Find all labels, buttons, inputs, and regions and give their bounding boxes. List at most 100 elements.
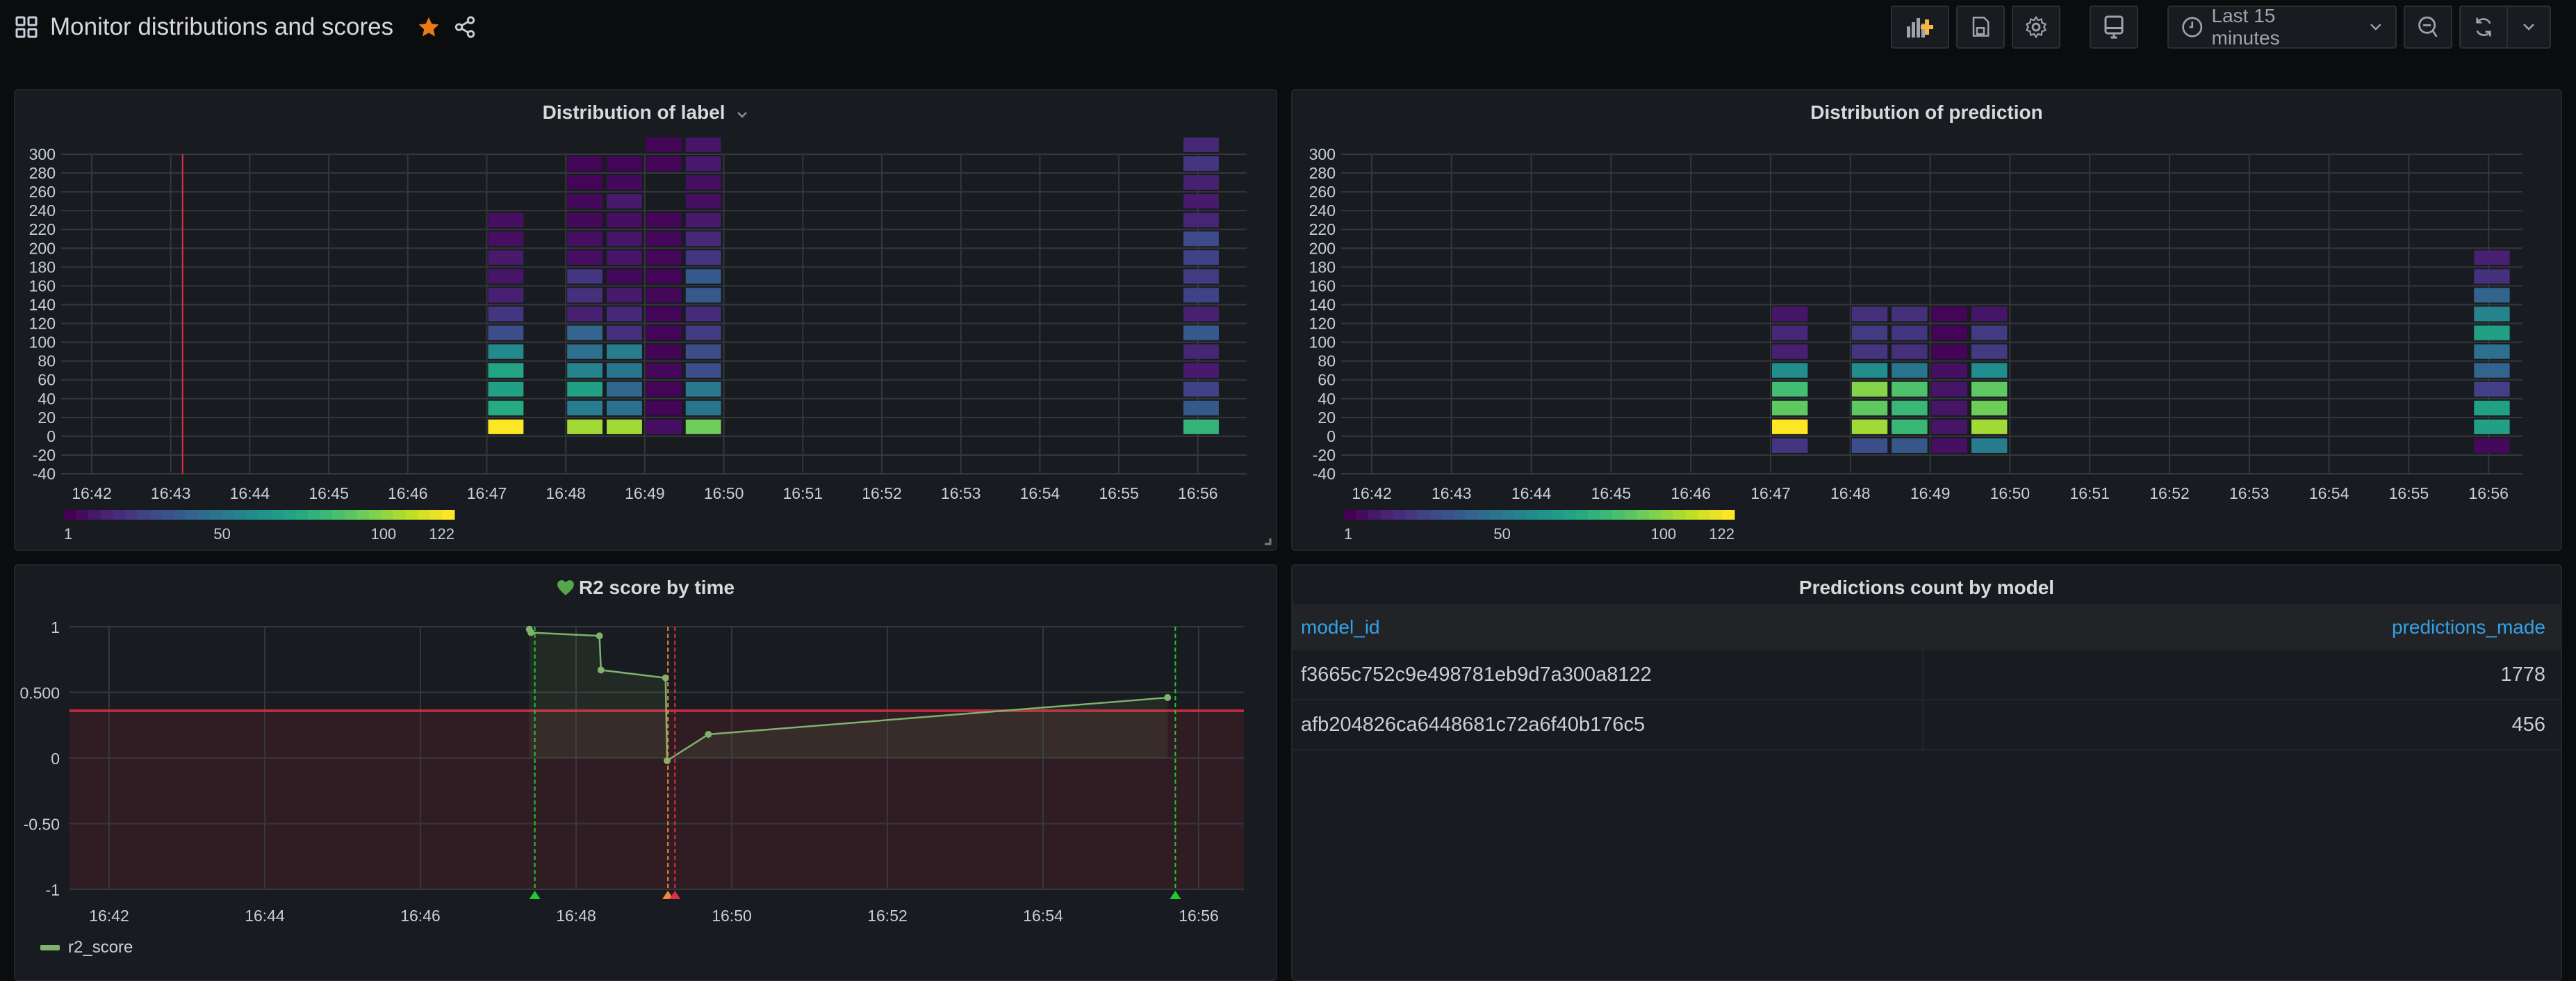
- x-tick-label: 16:56: [2468, 484, 2509, 502]
- heatmap-cell: [1892, 419, 1928, 434]
- y-tick-label: 200: [1309, 239, 1336, 257]
- heatmap-cell: [1971, 419, 2008, 434]
- dashboard-settings-button[interactable]: [2012, 6, 2060, 49]
- color-legend-segment: [1600, 510, 1613, 520]
- heatmap-cell: [685, 269, 721, 284]
- heatmap-cell: [1971, 344, 2008, 359]
- heatmap-cell: [685, 156, 721, 172]
- y-tick-label: 260: [29, 183, 56, 201]
- heatmap-cell: [1772, 400, 1808, 415]
- heatmap-cell: [567, 419, 603, 434]
- x-tick-label: 16:53: [941, 484, 981, 502]
- heatmap-cell: [1971, 363, 2008, 378]
- dashboard-grid-icon[interactable]: [15, 16, 38, 38]
- heatmap-cell: [567, 213, 603, 228]
- heatmap-cell: [567, 156, 603, 172]
- color-legend-segment: [1564, 510, 1577, 520]
- heatmap-cell: [607, 344, 642, 359]
- heatmap-cell: [1851, 325, 1888, 340]
- predictions-table: model_id predictions_made f3665c752c9e49…: [1293, 604, 2561, 750]
- refresh-icon: [2476, 17, 2491, 37]
- heatmap-cell: [1931, 438, 1967, 453]
- heatmap-cell: [607, 363, 642, 378]
- color-legend-segment: [320, 510, 333, 520]
- heatmap-cell: [607, 288, 642, 303]
- heatmap-cell: [1183, 325, 1219, 340]
- share-icon[interactable]: [453, 15, 477, 39]
- color-legend-segment: [356, 510, 370, 520]
- save-dashboard-button[interactable]: [1956, 6, 2005, 49]
- column-header-model-id[interactable]: model_id: [1293, 604, 1923, 650]
- heatmap-cell: [1931, 306, 1967, 322]
- annotation-marker: [1170, 891, 1181, 899]
- heatmap-cell: [607, 175, 642, 190]
- column-header-predictions-made[interactable]: predictions_made: [1923, 604, 2561, 650]
- color-legend-segment: [1539, 510, 1552, 520]
- heatmap-cell: [1851, 438, 1888, 453]
- data-point: [597, 666, 605, 674]
- x-tick-label: 16:48: [1830, 484, 1871, 502]
- color-legend-segment: [1393, 510, 1406, 520]
- y-tick-label: 220: [1309, 220, 1336, 238]
- clock-icon: [2182, 17, 2203, 38]
- panel-title[interactable]: Predictions count by model: [1293, 577, 2561, 599]
- y-tick-label: 1: [51, 618, 60, 636]
- color-legend-segment: [124, 510, 138, 520]
- heatmap-cell: [1931, 344, 1967, 359]
- color-legend-segment: [1722, 510, 1735, 520]
- heatmap-cell: [1851, 381, 1888, 397]
- y-tick-label: 40: [38, 390, 56, 408]
- r2-line-chart: 1 0.500 0 -0.50 -1 16:42 16:44 16:46 16:48 16:50 1…: [19, 618, 1244, 925]
- color-legend-segment: [186, 510, 199, 520]
- heatmap-cell: [567, 325, 603, 340]
- x-tick-label: 16:43: [1431, 484, 1472, 502]
- y-tick-label: 180: [29, 258, 56, 276]
- color-legend-segment: [1588, 510, 1601, 520]
- heatmap-cell: [685, 325, 721, 340]
- refresh-button-group: [2459, 6, 2551, 49]
- heatmap-cell: [685, 137, 721, 152]
- y-tick-label: 140: [29, 295, 56, 313]
- heatmap-cell: [646, 325, 682, 340]
- refresh-button[interactable]: [2459, 6, 2508, 49]
- panel-distribution-of-prediction: Distribution of prediction 300 280 260 240 2…: [1291, 89, 2562, 551]
- y-tick-label: 220: [29, 220, 56, 238]
- heatmap-cell: [1183, 213, 1219, 228]
- y-tick-label: 160: [29, 277, 56, 295]
- heatmap-cell: [646, 269, 682, 284]
- y-tick-label: 20: [1318, 409, 1336, 427]
- heatmap-cell: [1931, 419, 1967, 434]
- color-legend-tick: 122: [429, 525, 454, 543]
- color-legend-segment: [100, 510, 113, 520]
- data-point: [596, 632, 603, 640]
- heatmap-cell: [1183, 269, 1219, 284]
- heatmap-cell: [1772, 381, 1808, 397]
- add-panel-button[interactable]: [1891, 6, 1949, 49]
- heatmap-cell: [488, 344, 524, 359]
- resize-handle[interactable]: [1263, 537, 1273, 547]
- heatmap-cell: [1892, 306, 1928, 322]
- heatmap-cell: [1183, 381, 1219, 397]
- chevron-down-icon[interactable]: [736, 110, 748, 119]
- time-range-picker[interactable]: Last 15 minutes: [2167, 5, 2397, 49]
- zoom-out-button[interactable]: [2404, 6, 2452, 49]
- color-legend-segment: [64, 510, 77, 520]
- heatmap-cell: [685, 344, 721, 359]
- refresh-interval-dropdown[interactable]: [2508, 6, 2551, 49]
- star-icon[interactable]: [417, 15, 441, 39]
- color-legend-segment: [210, 510, 223, 520]
- heatmap-cell: [1183, 156, 1219, 172]
- heatmap-cell: [2474, 306, 2510, 322]
- x-tick-label: 16:50: [704, 484, 744, 502]
- tv-mode-button[interactable]: [2090, 6, 2138, 49]
- color-legend-segment: [1502, 510, 1516, 520]
- color-legend-segment: [1417, 510, 1430, 520]
- legend-item-r2-score[interactable]: r2_score: [40, 938, 133, 957]
- heatmap-cell: [1183, 288, 1219, 303]
- heatmap-cell: [685, 400, 721, 415]
- dashboard-title[interactable]: Monitor distributions and scores: [50, 13, 393, 41]
- heatmap-cell: [685, 250, 721, 265]
- cell-predictions-made: 456: [2511, 713, 2545, 736]
- heatmap-cell: [2474, 288, 2510, 303]
- x-tick-label: 16:52: [862, 484, 902, 502]
